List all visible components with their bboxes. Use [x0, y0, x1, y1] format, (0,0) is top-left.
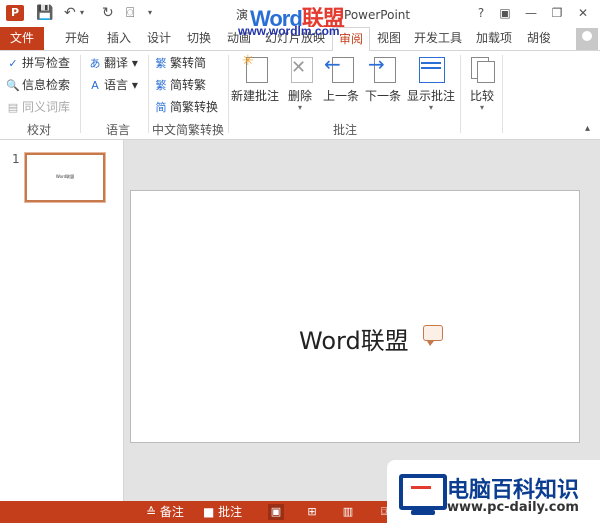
tab-home[interactable]: 开始: [58, 27, 96, 50]
group-divider: [460, 55, 461, 133]
group-divider: [228, 55, 229, 133]
normal-view-icon[interactable]: ▣: [268, 504, 284, 520]
chevron-down-icon: ▾: [479, 103, 484, 112]
slide-canvas[interactable]: Word联盟: [130, 190, 580, 443]
chevron-down-icon: ▾: [428, 103, 433, 112]
group-divider: [502, 55, 503, 133]
save-icon[interactable]: 💾: [36, 4, 53, 22]
language-button[interactable]: A 语言 ▾: [88, 76, 138, 94]
thesaurus-button[interactable]: ▤ 同义词库: [6, 98, 70, 116]
comments-pane-button[interactable]: ■ 批注: [203, 501, 242, 523]
tab-addins[interactable]: 加载项: [472, 27, 516, 50]
new-comment-button[interactable]: ✳ 新建批注: [231, 51, 279, 104]
translate-button[interactable]: あ翻译 ▾: [88, 54, 138, 72]
delete-comment-icon: ✕: [285, 55, 315, 85]
user-name[interactable]: 胡俊: [522, 27, 556, 50]
group-divider: [148, 55, 149, 133]
delete-comment-button[interactable]: ✕ 删除 ▾: [283, 51, 317, 112]
traditional-to-simplified-button[interactable]: 繁繁转简: [154, 54, 207, 72]
new-comment-icon: ✳: [240, 53, 270, 85]
traditional-to-simplified-icon: 繁: [155, 57, 167, 70]
thesaurus-icon: ▤: [7, 101, 19, 114]
ribbon-display-options-button[interactable]: ▣: [496, 5, 514, 21]
reading-view-icon[interactable]: ▥: [340, 504, 356, 520]
help-button[interactable]: ?: [472, 5, 490, 21]
corner-watermark: 电脑百科知识 www.pc-daily.com: [387, 460, 600, 523]
avatar[interactable]: [576, 28, 598, 50]
group-divider: [80, 55, 81, 133]
restore-button[interactable]: ❐: [548, 5, 566, 21]
group-label-language: 语言: [105, 123, 130, 137]
group-label-chinese-conversion: 中文简繁转换: [151, 123, 224, 137]
tab-transitions[interactable]: 切换: [180, 27, 218, 50]
collapse-ribbon-icon[interactable]: ▴: [585, 123, 590, 134]
research-button[interactable]: 🔍 信息检索: [6, 76, 70, 94]
corner-watermark-url: www.pc-daily.com: [447, 500, 579, 515]
language-icon: A: [91, 79, 99, 92]
ribbon: ✓ 拼写检查 🔍 信息检索 ▤ 同义词库 校对 あ翻译 ▾ A 语言 ▾ 语言 繁繁转简…: [0, 51, 600, 140]
monitor-logo-icon: [399, 474, 447, 510]
undo-icon[interactable]: ↶: [64, 4, 76, 22]
slide-text[interactable]: Word联盟: [299, 321, 409, 356]
title-bar: P 💾 ↶ ▾ ↻ ⌼ ▾ 演 PowerPoint Word联盟 ? ▣ — ❐…: [0, 0, 600, 31]
simplified-to-traditional-button[interactable]: 繁简转繁: [154, 76, 207, 94]
research-icon: 🔍: [6, 79, 20, 92]
comment-marker-icon[interactable]: [423, 325, 443, 346]
spell-check-button[interactable]: ✓ 拼写检查: [6, 54, 70, 72]
group-label-proofing: 校对: [26, 123, 51, 137]
simplified-to-traditional-icon: 繁: [155, 79, 167, 92]
start-slideshow-icon[interactable]: ⌼: [126, 4, 134, 22]
watermark-url: www.wordlm.com: [238, 24, 340, 38]
chinese-conversion-icon: 简: [155, 101, 167, 114]
notes-button[interactable]: ≙ 备注: [146, 501, 184, 523]
slide-number: 1: [12, 152, 20, 166]
customize-toolbar-icon[interactable]: ▾: [148, 4, 152, 22]
tab-design[interactable]: 设计: [140, 27, 178, 50]
spell-check-icon: ✓: [8, 57, 18, 70]
slide-thumbnails-pane: 1 Word联盟: [0, 140, 124, 501]
tab-file[interactable]: 文件: [0, 27, 44, 50]
translate-icon: あ: [89, 57, 101, 70]
chevron-down-icon: ▾: [297, 103, 302, 112]
chinese-conversion-button[interactable]: 简简繁转换: [154, 98, 219, 116]
compare-icon: [467, 55, 497, 85]
slide-thumbnail[interactable]: Word联盟: [25, 153, 105, 202]
next-comment-button[interactable]: → 下一条: [363, 51, 403, 104]
slide-sorter-view-icon[interactable]: ⊞: [304, 504, 320, 520]
next-comment-icon: →: [368, 54, 398, 85]
workspace: 1 Word联盟 Word联盟: [0, 140, 600, 501]
tab-insert[interactable]: 插入: [100, 27, 138, 50]
show-comments-icon: [416, 55, 446, 85]
compare-button[interactable]: 比较 ▾: [464, 51, 500, 112]
slide-thumbnail-text: Word联盟: [55, 174, 75, 179]
close-button[interactable]: ✕: [574, 5, 592, 21]
minimize-button[interactable]: —: [522, 5, 540, 21]
previous-comment-icon: ←: [324, 54, 356, 85]
powerpoint-icon: P: [6, 5, 24, 21]
group-label-comments: 批注: [332, 123, 357, 137]
tab-developer[interactable]: 开发工具: [410, 27, 466, 50]
show-comments-button[interactable]: 显示批注 ▾: [406, 51, 456, 112]
redo-icon[interactable]: ↻: [102, 4, 114, 22]
previous-comment-button[interactable]: ← 上一条: [321, 51, 361, 104]
tab-view[interactable]: 视图: [372, 27, 406, 50]
undo-dropdown-icon[interactable]: ▾: [80, 4, 84, 22]
